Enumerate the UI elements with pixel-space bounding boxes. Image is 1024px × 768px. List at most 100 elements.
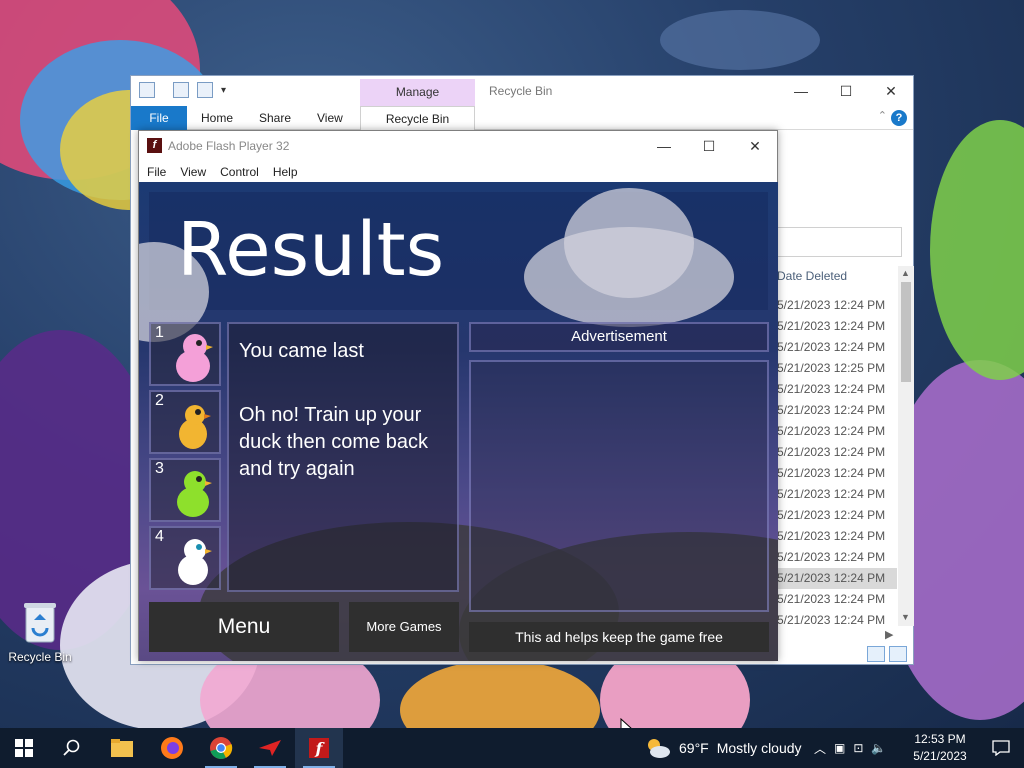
taskbar-red-app[interactable] [246, 728, 294, 768]
ribbon-collapse-icon[interactable]: ⌃ [878, 109, 887, 122]
result-status-text: You came last [239, 340, 364, 362]
paper-plane-icon [259, 740, 281, 756]
game-canvas[interactable]: Results 1 2 3 4 You came last Oh no! Tra… [139, 182, 778, 661]
taskbar: f 69°F Mostly cloudy ︿ ▣ ⊡ 🔈 12:53 PM 5/… [0, 728, 1024, 768]
ribbon-tab-share[interactable]: Share [249, 106, 301, 130]
flash-player-window: f Adobe Flash Player 32 — ☐ ✕ File View … [138, 130, 778, 661]
ribbon-tab-file[interactable]: File [131, 106, 187, 130]
chrome-icon [210, 737, 233, 759]
taskbar-file-explorer[interactable] [98, 728, 146, 768]
scroll-down-icon[interactable]: ▼ [901, 612, 910, 622]
date-deleted-row[interactable]: 5/21/2023 12:24 PM [773, 421, 897, 442]
date-deleted-row[interactable]: 5/21/2023 12:24 PM [773, 526, 897, 547]
date-deleted-row[interactable]: 5/21/2023 12:25 PM [773, 358, 897, 379]
ribbon-tab-view[interactable]: View [307, 106, 353, 130]
taskbar-firefox[interactable] [148, 728, 196, 768]
rank-number: 1 [155, 324, 164, 341]
flash-logo-icon: f [147, 138, 162, 153]
explorer-minimize-button[interactable]: — [786, 80, 816, 102]
folder-icon [111, 739, 133, 757]
manage-tab-group: Manage [360, 79, 475, 106]
flash-window-title: Adobe Flash Player 32 [168, 139, 290, 153]
search-button[interactable] [48, 728, 96, 768]
recycle-bin-small-icon [139, 82, 155, 98]
properties-icon[interactable] [173, 82, 189, 98]
date-deleted-row[interactable]: 5/21/2023 12:24 PM [773, 316, 897, 337]
flash-minimize-button[interactable]: — [649, 135, 679, 157]
ribbon-tab-home[interactable]: Home [191, 106, 243, 130]
weather-temperature: 69°F [679, 740, 709, 756]
results-title: Results [177, 207, 445, 293]
result-message-panel: You came last Oh no! Train up your duck … [227, 322, 459, 592]
flash-close-button[interactable]: ✕ [740, 135, 770, 157]
qat-dropdown-icon[interactable]: ▾ [221, 85, 226, 96]
explorer-close-button[interactable]: ✕ [876, 80, 906, 102]
scroll-up-icon[interactable]: ▲ [901, 268, 910, 278]
weather-description: Mostly cloudy [716, 740, 802, 756]
search-icon [63, 739, 80, 756]
more-games-button[interactable]: More Games [349, 602, 459, 652]
date-deleted-row[interactable]: 5/21/2023 12:24 PM [773, 547, 897, 568]
date-deleted-row[interactable]: 5/21/2023 12:24 PM [773, 442, 897, 463]
search-input[interactable] [776, 227, 902, 257]
network-icon[interactable]: ⊡ [853, 741, 863, 755]
date-deleted-row[interactable]: 5/21/2023 12:24 PM [773, 379, 897, 400]
taskbar-chrome[interactable] [197, 728, 245, 768]
advertisement-header: Advertisement [469, 322, 769, 352]
rank-card-2: 2 [149, 390, 221, 454]
notification-center-button[interactable] [978, 728, 1024, 768]
windows-logo-icon [15, 739, 33, 757]
white-duck-icon [178, 539, 212, 585]
taskbar-flash-player[interactable]: f [295, 728, 343, 768]
desktop-recycle-bin[interactable]: Recycle Bin [4, 600, 76, 664]
volume-muted-icon[interactable]: 🔈 [871, 741, 886, 755]
menu-view[interactable]: View [180, 161, 206, 183]
rank-card-4: 4 [149, 526, 221, 590]
date-deleted-row[interactable]: 5/21/2023 12:24 PM [773, 295, 897, 316]
large-icons-view-icon[interactable] [889, 646, 907, 662]
menu-help[interactable]: Help [273, 161, 298, 183]
date-deleted-list: 5/21/2023 12:24 PM 5/21/2023 12:24 PM 5/21… [773, 295, 897, 631]
ad-footer-text: This ad helps keep the game free [469, 622, 769, 652]
chevron-up-icon[interactable]: ︿ [814, 740, 826, 757]
date-deleted-row[interactable]: 5/21/2023 12:24 PM [773, 568, 897, 589]
column-header-date-deleted[interactable]: Date Deleted [777, 269, 847, 283]
details-view-icon[interactable] [867, 646, 885, 662]
vertical-scrollbar[interactable]: ▲ ▼ [898, 266, 914, 626]
menu-button[interactable]: Menu [149, 602, 339, 652]
explorer-window-title: Recycle Bin [489, 84, 553, 98]
date-deleted-row[interactable]: 5/21/2023 12:24 PM [773, 400, 897, 421]
notification-icon [992, 740, 1010, 756]
menu-file[interactable]: File [147, 161, 166, 183]
cloud-shape [564, 188, 694, 298]
weather-widget[interactable]: 69°F Mostly cloudy [645, 728, 802, 768]
start-button[interactable] [0, 728, 48, 768]
new-folder-icon[interactable] [197, 82, 213, 98]
menu-control[interactable]: Control [220, 161, 259, 183]
scroll-right-icon[interactable]: ▶ [885, 628, 893, 641]
quick-access-toolbar: ▾ [139, 82, 226, 98]
date-deleted-row[interactable]: 5/21/2023 12:24 PM [773, 589, 897, 610]
rank-number: 4 [155, 528, 164, 545]
explorer-maximize-button[interactable]: ☐ [831, 80, 861, 102]
flash-maximize-button[interactable]: ☐ [694, 135, 724, 157]
flash-menubar: File View Control Help [139, 161, 777, 183]
flash-titlebar: f Adobe Flash Player 32 — ☐ ✕ [139, 131, 777, 161]
firefox-icon [161, 737, 183, 759]
clock-time: 12:53 PM [914, 732, 966, 746]
advertisement-area[interactable] [469, 360, 769, 612]
flash-player-icon: f [309, 738, 329, 758]
orange-duck-icon [179, 405, 211, 449]
scroll-thumb[interactable] [901, 282, 911, 382]
tray-app-icon[interactable]: ▣ [834, 741, 845, 755]
clock[interactable]: 12:53 PM 5/21/2023 [905, 731, 975, 765]
desktop-recycle-bin-label: Recycle Bin [8, 650, 72, 664]
date-deleted-row[interactable]: 5/21/2023 12:24 PM [773, 463, 897, 484]
help-icon[interactable]: ? [891, 110, 907, 126]
date-deleted-row[interactable]: 5/21/2023 12:24 PM [773, 484, 897, 505]
date-deleted-row[interactable]: 5/21/2023 12:24 PM [773, 337, 897, 358]
system-tray: ︿ ▣ ⊡ 🔈 [814, 728, 886, 768]
date-deleted-row[interactable]: 5/21/2023 12:24 PM [773, 610, 897, 631]
ribbon-tab-recycle-bin-tools[interactable]: Recycle Bin Tools [360, 106, 475, 150]
date-deleted-row[interactable]: 5/21/2023 12:24 PM [773, 505, 897, 526]
